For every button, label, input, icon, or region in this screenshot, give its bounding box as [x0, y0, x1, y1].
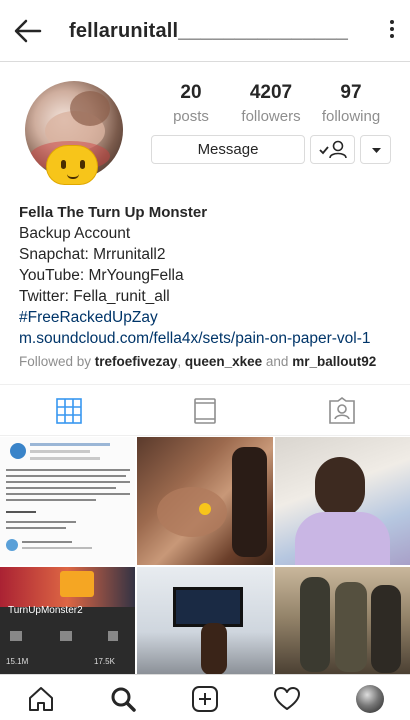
bio-website-link[interactable]: m.soundcloud.com/fella4x/sets/pain-on-pa… [19, 328, 404, 349]
post-thumbnail[interactable] [275, 567, 410, 675]
followers-label: followers [241, 108, 301, 125]
post-thumbnail[interactable] [275, 437, 410, 565]
post-thumbnail[interactable] [0, 437, 135, 565]
vertical-dots-icon[interactable] [388, 20, 396, 42]
profile-bio: Fella The Turn Up Monster Backup Account… [19, 202, 404, 372]
post-thumbnail[interactable]: TurnUpMonster2 15.1M 17.5K [0, 567, 135, 675]
user-check-icon [319, 140, 347, 159]
profile-full-name: Fella The Turn Up Monster [19, 204, 208, 221]
followers-count: 4207 [249, 82, 293, 103]
followed-user[interactable]: mr_ballout92 [292, 354, 376, 369]
followed-user[interactable]: queen_xkee [185, 354, 262, 369]
bio-line: Backup Account [19, 225, 131, 242]
bio-line: Twitter: Fella_runit_all [19, 288, 170, 305]
followed-separator: and [262, 354, 293, 369]
igtv-icon[interactable] [191, 397, 219, 425]
post-overlay-stat: 17.5K [94, 657, 115, 666]
search-icon[interactable] [109, 685, 137, 713]
post-overlay-stat: 15.1M [6, 657, 29, 666]
posts-grid: TurnUpMonster2 15.1M 17.5K [0, 437, 410, 675]
post-overlay-text: TurnUpMonster2 [8, 605, 83, 616]
following-toggle-button[interactable] [310, 135, 355, 164]
profile-username: fellarunitall_______________ [69, 20, 349, 42]
followed-prefix: Followed by [19, 354, 95, 369]
arrow-left-icon[interactable] [12, 16, 44, 46]
profile-avatar-icon[interactable] [356, 685, 384, 713]
posts-count: 20 [180, 82, 202, 103]
followed-by-text[interactable]: Followed by trefoefivezay, queen_xkee an… [19, 351, 404, 372]
following-stat[interactable]: 97 following [316, 82, 386, 125]
new-post-icon[interactable] [191, 685, 219, 713]
activity-heart-icon[interactable] [273, 685, 301, 713]
post-thumbnail[interactable] [137, 567, 273, 675]
tagged-icon[interactable] [328, 397, 356, 425]
grid-icon[interactable] [55, 397, 83, 425]
posts-label: posts [173, 108, 209, 125]
profile-tabs [0, 384, 410, 436]
bio-hashtag-link[interactable]: #FreeRackedUpZay [19, 307, 404, 328]
followed-user[interactable]: trefoefivezay [95, 354, 178, 369]
home-icon[interactable] [27, 685, 55, 713]
following-count: 97 [340, 82, 362, 103]
bio-line: YouTube: MrYoungFella [19, 267, 184, 284]
followers-stat[interactable]: 4207 followers [236, 82, 306, 125]
following-label: following [321, 108, 381, 125]
followed-separator: , [177, 354, 185, 369]
face-emoji-icon [46, 145, 98, 185]
message-button[interactable]: Message [151, 135, 305, 164]
top-bar: fellarunitall_______________ [0, 0, 410, 62]
chevron-down-icon [372, 148, 381, 153]
bio-line: Snapchat: Mrrunitall2 [19, 246, 166, 263]
posts-stat[interactable]: 20 posts [166, 82, 216, 125]
post-thumbnail[interactable] [137, 437, 273, 565]
suggestions-dropdown-button[interactable] [360, 135, 391, 164]
bottom-nav [0, 674, 410, 720]
